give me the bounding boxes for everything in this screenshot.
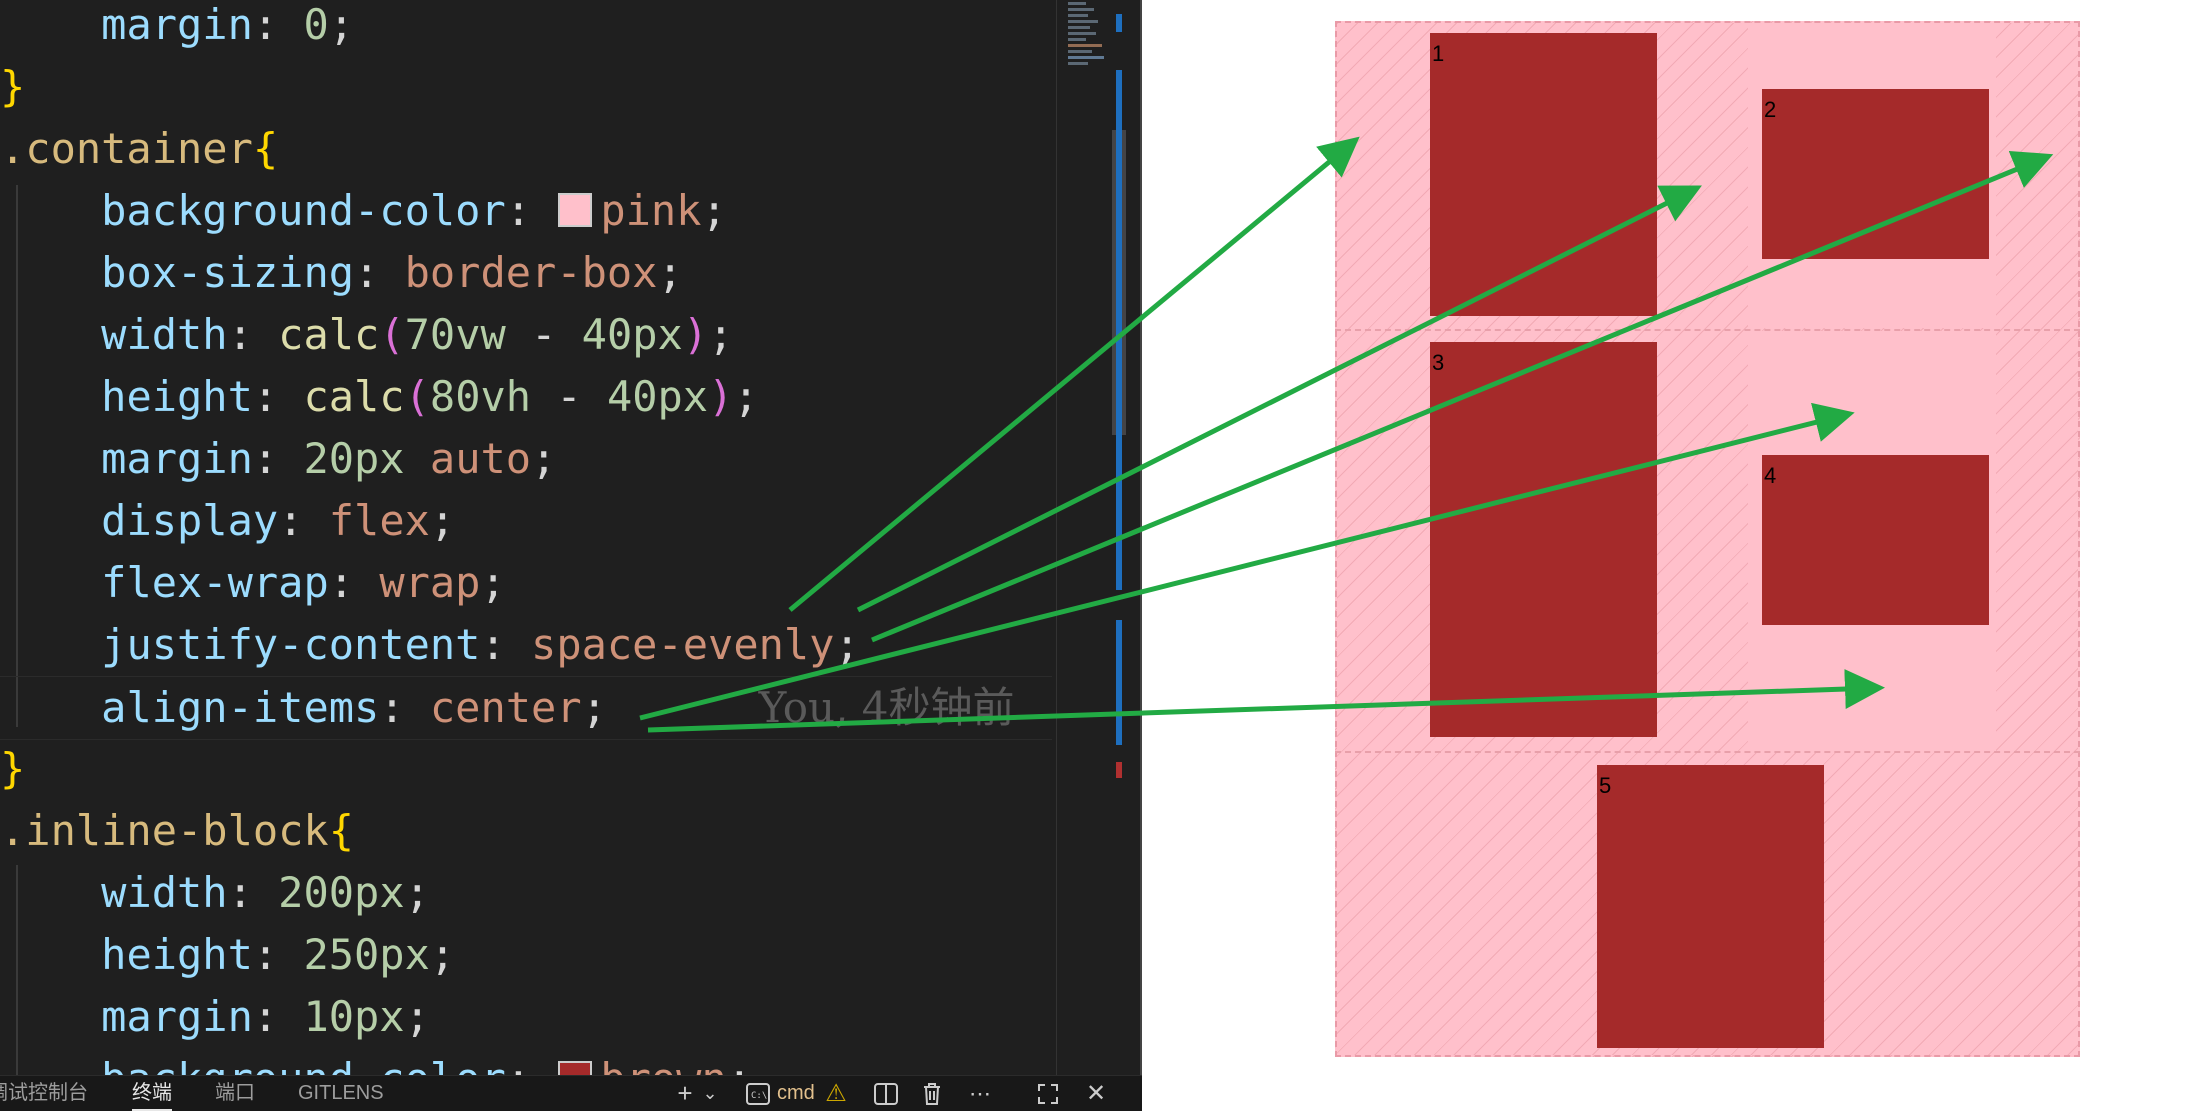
css-value: 40px (581, 310, 683, 359)
code-line[interactable]: } (0, 738, 25, 800)
scrollbar-change-marker (1116, 620, 1122, 745)
code-line[interactable]: margin: 20px auto; (0, 428, 556, 490)
css-value: 0 (303, 0, 329, 49)
code-line[interactable]: justify-content: space-evenly; (0, 614, 860, 676)
css-property: height (101, 930, 253, 979)
minimap[interactable] (1058, 0, 1112, 70)
tab-ports[interactable]: 端口 (215, 1076, 255, 1111)
tab-debug-console[interactable]: 调试控制台 (0, 1076, 88, 1111)
svg-text:C:\: C:\ (751, 1091, 767, 1101)
close-icon[interactable]: ✕ (1082, 1076, 1110, 1111)
code-line[interactable]: width: calc(70vw - 40px); (0, 304, 733, 366)
code-line[interactable]: margin: 10px; (0, 986, 430, 1048)
code-line[interactable]: } (0, 56, 25, 118)
color-swatch[interactable] (558, 1061, 593, 1075)
css-property: display (101, 496, 279, 545)
css-property: margin (101, 0, 253, 49)
open-brace: { (328, 806, 355, 855)
css-property: width (101, 868, 228, 917)
tab-gitlens[interactable]: GITLENS (298, 1076, 384, 1111)
code-line[interactable]: display: flex; (0, 490, 455, 552)
css-property: background-color (101, 186, 506, 235)
css-operator: - (531, 310, 557, 359)
code-line[interactable]: box-sizing: border-box; (0, 242, 683, 304)
css-value: brown (600, 1054, 726, 1075)
css-property: flex-wrap (101, 558, 329, 607)
code-line[interactable]: .inline-block{ (0, 800, 354, 862)
css-function: calc (303, 372, 405, 421)
css-property: align-items (101, 683, 380, 732)
flex-item-3: 3 (1430, 342, 1657, 737)
code-line[interactable]: margin: 0; (0, 0, 354, 56)
css-property: box-sizing (101, 248, 355, 297)
warning-icon[interactable]: ⚠ (822, 1076, 850, 1111)
css-value: wrap (379, 558, 481, 607)
close-brace: } (0, 62, 26, 111)
code-line[interactable]: height: calc(80vh - 40px); (0, 366, 759, 428)
code-line[interactable]: .container{ (0, 118, 278, 180)
css-value: 70vw (404, 310, 506, 359)
css-property: background-color (101, 1054, 506, 1075)
css-operator: - (556, 372, 582, 421)
panel-tab-bar: 调试控制台 终端 端口 GITLENS + ⌄ C:\ cmd ⚠ ⋯ ✕ (0, 1075, 1142, 1111)
css-property: justify-content (101, 620, 481, 669)
flex-item-4: 4 (1762, 455, 1989, 625)
css-selector: .container (0, 124, 253, 173)
css-value: pink (600, 186, 702, 235)
vertical-scrollbar[interactable] (1112, 0, 1126, 1075)
scrollbar-change-marker (1116, 70, 1122, 590)
css-value: 20px (303, 434, 405, 483)
css-value: 80vh (429, 372, 532, 421)
flex-item-1: 1 (1430, 33, 1657, 316)
css-value: 40px (606, 372, 709, 421)
scrollbar-change-marker (1116, 14, 1122, 32)
css-value: flex (328, 496, 430, 545)
split-icon[interactable] (872, 1076, 900, 1111)
code-line[interactable]: height: 250px; (0, 924, 455, 986)
flex-line-divider (1335, 751, 2080, 753)
close-brace: } (0, 744, 26, 793)
tab-terminal[interactable]: 终端 (132, 1076, 172, 1111)
code-line[interactable]: width: 200px; (0, 862, 430, 924)
css-property: height (101, 372, 253, 421)
terminal-name[interactable]: cmd (777, 1076, 815, 1111)
color-swatch[interactable] (558, 193, 593, 227)
scrollbar-error-marker (1116, 762, 1122, 778)
css-value: 10px (303, 992, 405, 1041)
code-line[interactable]: background-color: brown; (0, 1048, 752, 1075)
css-value: border-box (404, 248, 658, 297)
css-value: auto (429, 434, 532, 483)
code-line[interactable]: background-color: pink; (0, 180, 727, 242)
flex-line-divider (1335, 329, 2080, 331)
code-editor[interactable]: margin: 0; } .container{ background-colo… (0, 0, 1140, 1075)
flex-item-5: 5 (1597, 765, 1824, 1048)
open-brace: { (252, 124, 279, 173)
terminal-icon[interactable]: C:\ (744, 1076, 772, 1111)
minimap-separator (1056, 0, 1057, 1075)
css-value: 250px (303, 930, 430, 979)
plus-icon[interactable]: + (672, 1076, 698, 1111)
css-property: margin (101, 992, 253, 1041)
chevron-down-icon[interactable]: ⌄ (700, 1076, 720, 1111)
css-selector: .inline-block (0, 806, 329, 855)
css-function: calc (278, 310, 380, 359)
css-property: margin (101, 434, 253, 483)
css-value: center (429, 683, 582, 732)
git-blame-annotation: You, 4秒钟前 (758, 683, 1015, 732)
code-line[interactable]: flex-wrap: wrap; (0, 552, 506, 614)
css-property: width (101, 310, 228, 359)
trash-icon[interactable] (918, 1076, 946, 1111)
css-value: 200px (278, 868, 405, 917)
code-line-current[interactable]: align-items: center; You, 4秒钟前 (0, 676, 1052, 740)
flex-item-2: 2 (1762, 89, 1989, 259)
css-value: space-evenly (531, 620, 835, 669)
more-icon[interactable]: ⋯ (966, 1076, 994, 1111)
maximize-icon[interactable] (1034, 1076, 1062, 1111)
